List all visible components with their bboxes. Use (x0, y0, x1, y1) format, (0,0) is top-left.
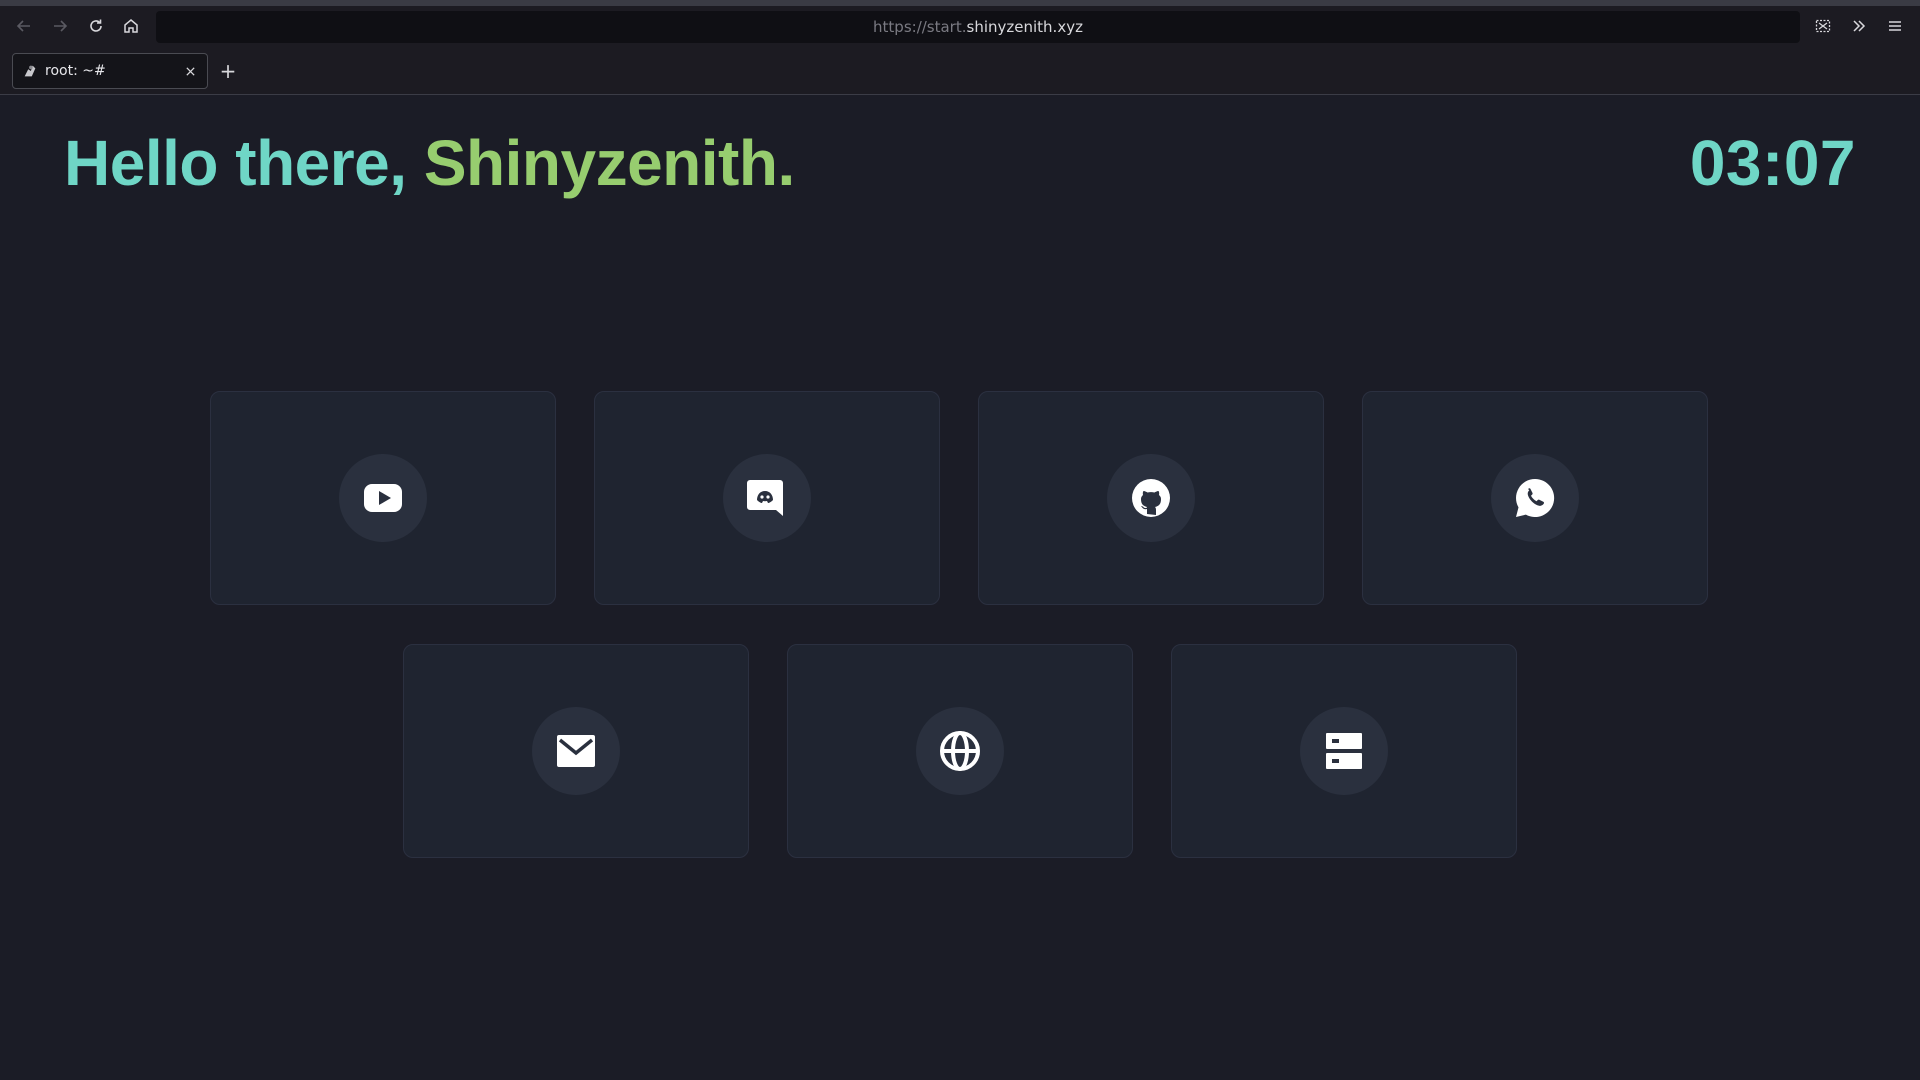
server-icon (1326, 733, 1362, 769)
greeting-prefix: Hello there, (64, 127, 424, 199)
home-icon (124, 19, 138, 33)
url-prefix: https://start. (873, 18, 967, 36)
greeting-name: Shinyzenith. (423, 127, 795, 199)
youtube-icon (364, 484, 402, 512)
mail-icon (557, 735, 595, 767)
tab-title: root: ~# (45, 63, 106, 79)
shortcut-whatsapp[interactable] (1362, 391, 1708, 605)
overflow-menu-button[interactable] (1845, 12, 1873, 40)
icon-circle (916, 707, 1004, 795)
shortcut-github[interactable] (978, 391, 1324, 605)
screenshot-icon (1815, 19, 1831, 33)
clock: 03:07 (1689, 127, 1856, 199)
favicon-icon (21, 62, 39, 80)
close-tab-icon[interactable] (181, 62, 199, 80)
screenshot-button[interactable] (1809, 12, 1837, 40)
arrow-right-icon (54, 20, 68, 32)
whatsapp-icon (1516, 478, 1555, 517)
app-menu-button[interactable] (1881, 12, 1909, 40)
discord-icon (747, 480, 783, 516)
shortcut-youtube[interactable] (210, 391, 556, 605)
tab-bar: root: ~# + (0, 45, 1920, 95)
icon-circle (1107, 454, 1195, 542)
reload-icon (90, 19, 102, 32)
home-button[interactable] (117, 12, 145, 40)
url-host: shinyzenith.xyz (966, 18, 1083, 36)
shortcut-web[interactable] (787, 644, 1133, 858)
back-button[interactable] (10, 12, 38, 40)
icon-circle (723, 454, 811, 542)
icon-circle (1491, 454, 1579, 542)
arrow-left-icon (16, 20, 30, 32)
double-chevron-right-icon (1853, 20, 1866, 32)
forward-button[interactable] (46, 12, 74, 40)
greeting-heading: Hello there, Shinyzenith. (64, 126, 795, 200)
url-bar[interactable]: https://start. shinyzenith.xyz (156, 11, 1800, 43)
shortcut-discord[interactable] (594, 391, 940, 605)
reload-button[interactable] (82, 12, 110, 40)
hamburger-menu-icon (1889, 21, 1901, 31)
github-icon (1132, 479, 1170, 517)
icon-circle (1300, 707, 1388, 795)
globe-icon (940, 731, 980, 771)
shortcut-mail[interactable] (403, 644, 749, 858)
icon-circle (339, 454, 427, 542)
new-tab-button[interactable]: + (216, 59, 240, 83)
shortcut-server[interactable] (1171, 644, 1517, 858)
icon-circle (532, 707, 620, 795)
browser-toolbar: https://start. shinyzenith.xyz (0, 6, 1920, 45)
tab-active[interactable]: root: ~# (12, 53, 208, 89)
